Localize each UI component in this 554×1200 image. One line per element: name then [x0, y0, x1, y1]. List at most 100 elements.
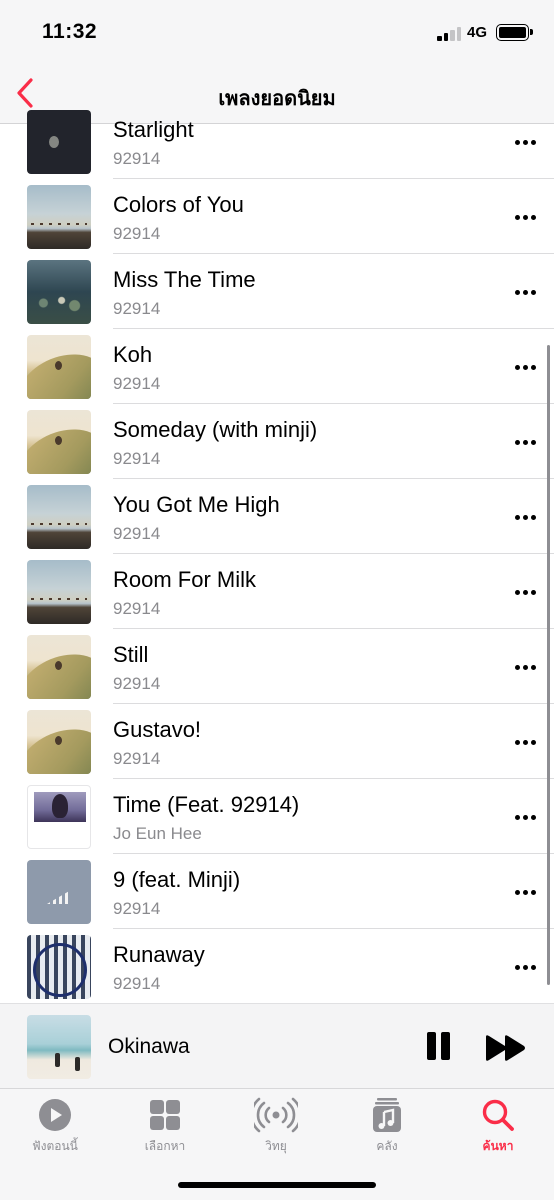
grid-icon [150, 1100, 180, 1130]
tab-search[interactable]: ค้นหา [448, 1097, 548, 1157]
album-art [27, 110, 91, 174]
track-title: Room For Milk [113, 567, 257, 592]
track-list: Starlight 92914 Colors of You 92914 Miss… [0, 104, 554, 1004]
track-artist: 92914 [113, 299, 161, 318]
more-options-button[interactable] [510, 882, 540, 902]
tab-label: วิทยุ [265, 1139, 287, 1153]
tab-label: ฟังตอนนี้ [32, 1139, 78, 1153]
track-row[interactable]: Starlight 92914 [0, 104, 554, 179]
track-row[interactable]: Room For Milk 92914 [0, 554, 554, 629]
now-playing-title: Okinawa [108, 1035, 190, 1058]
pause-button[interactable] [425, 1032, 451, 1062]
ellipsis-icon [514, 139, 520, 145]
album-art [27, 260, 91, 324]
home-indicator[interactable] [178, 1182, 376, 1188]
tab-browse[interactable]: เลือกหา [115, 1097, 215, 1157]
track-title: Still [113, 642, 149, 667]
track-title: Miss The Time [113, 267, 256, 292]
track-title: Someday (with minji) [113, 417, 318, 442]
track-artist: 92914 [113, 674, 161, 693]
mini-player[interactable]: Okinawa [0, 1003, 554, 1089]
track-artist: 92914 [113, 149, 161, 168]
track-artist: 92914 [113, 899, 161, 918]
track-title: Gustavo! [113, 717, 202, 742]
search-icon [482, 1099, 514, 1131]
more-options-button[interactable] [510, 582, 540, 602]
album-art [27, 860, 91, 924]
more-options-button[interactable] [510, 957, 540, 977]
album-art [27, 560, 91, 624]
track-artist: 92914 [113, 524, 161, 543]
track-artist: 92914 [113, 974, 161, 993]
ellipsis-icon [514, 514, 520, 520]
track-row[interactable]: Koh 92914 [0, 329, 554, 404]
track-artist: 92914 [113, 749, 161, 768]
more-options-button[interactable] [510, 432, 540, 452]
play-circle-icon [39, 1099, 71, 1131]
ellipsis-icon [514, 589, 520, 595]
radio-icon [254, 1097, 298, 1133]
album-art [27, 485, 91, 549]
ellipsis-icon [514, 814, 520, 820]
ellipsis-icon [514, 889, 520, 895]
track-title: Runaway [113, 942, 205, 967]
fast-forward-button[interactable] [484, 1034, 528, 1062]
now-playing-art [27, 1015, 91, 1079]
track-title: Starlight [113, 117, 194, 142]
ellipsis-icon [514, 214, 520, 220]
battery-icon [496, 24, 533, 41]
track-row[interactable]: Miss The Time 92914 [0, 254, 554, 329]
more-options-button[interactable] [510, 207, 540, 227]
track-title: 9 (feat. Minji) [113, 867, 241, 892]
more-options-button[interactable] [510, 357, 540, 377]
library-icon [373, 1098, 401, 1132]
ellipsis-icon [514, 664, 520, 670]
more-options-button[interactable] [510, 732, 540, 752]
track-artist: 92914 [113, 374, 161, 393]
status-time: 11:32 [42, 20, 98, 43]
album-art [27, 185, 91, 249]
more-options-button[interactable] [510, 807, 540, 827]
track-title: You Got Me High [113, 492, 280, 517]
tab-library[interactable]: คลัง [337, 1097, 437, 1157]
track-title: Time (Feat. 92914) [113, 792, 300, 817]
track-row[interactable]: 9 (feat. Minji) 92914 [0, 854, 554, 929]
ellipsis-icon [514, 964, 520, 970]
tab-listen-now[interactable]: ฟังตอนนี้ [5, 1097, 105, 1157]
album-art [27, 635, 91, 699]
track-artist: 92914 [113, 224, 161, 243]
track-row[interactable]: Runaway 92914 [0, 929, 554, 1004]
track-row[interactable]: Someday (with minji) 92914 [0, 404, 554, 479]
album-art [27, 785, 91, 849]
tab-label: ค้นหา [482, 1139, 514, 1153]
scrollbar[interactable] [547, 345, 550, 985]
track-title: Colors of You [113, 192, 244, 217]
track-row[interactable]: Still 92914 [0, 629, 554, 704]
tab-label: เลือกหา [144, 1139, 186, 1153]
more-options-button[interactable] [510, 132, 540, 152]
track-row[interactable]: You Got Me High 92914 [0, 479, 554, 554]
status-bar: 11:32 4G [0, 0, 554, 70]
track-artist: 92914 [113, 449, 161, 468]
ellipsis-icon [514, 739, 520, 745]
track-row[interactable]: Colors of You 92914 [0, 179, 554, 254]
more-options-button[interactable] [510, 507, 540, 527]
track-title: Koh [113, 342, 153, 367]
tab-radio[interactable]: วิทยุ [226, 1097, 326, 1157]
track-artist: 92914 [113, 599, 161, 618]
track-artist: Jo Eun Hee [113, 824, 202, 843]
album-art [27, 935, 91, 999]
ellipsis-icon [514, 439, 520, 445]
tab-label: คลัง [376, 1139, 398, 1153]
album-art [27, 335, 91, 399]
fast-forward-icon [486, 1035, 525, 1061]
more-options-button[interactable] [510, 657, 540, 677]
track-row[interactable]: Time (Feat. 92914) Jo Eun Hee [0, 779, 554, 854]
more-options-button[interactable] [510, 282, 540, 302]
track-row[interactable]: Gustavo! 92914 [0, 704, 554, 779]
network-type: 4G [467, 24, 488, 41]
ellipsis-icon [514, 289, 520, 295]
cellular-signal-icon [437, 25, 463, 41]
ellipsis-icon [514, 364, 520, 370]
album-art [27, 410, 91, 474]
